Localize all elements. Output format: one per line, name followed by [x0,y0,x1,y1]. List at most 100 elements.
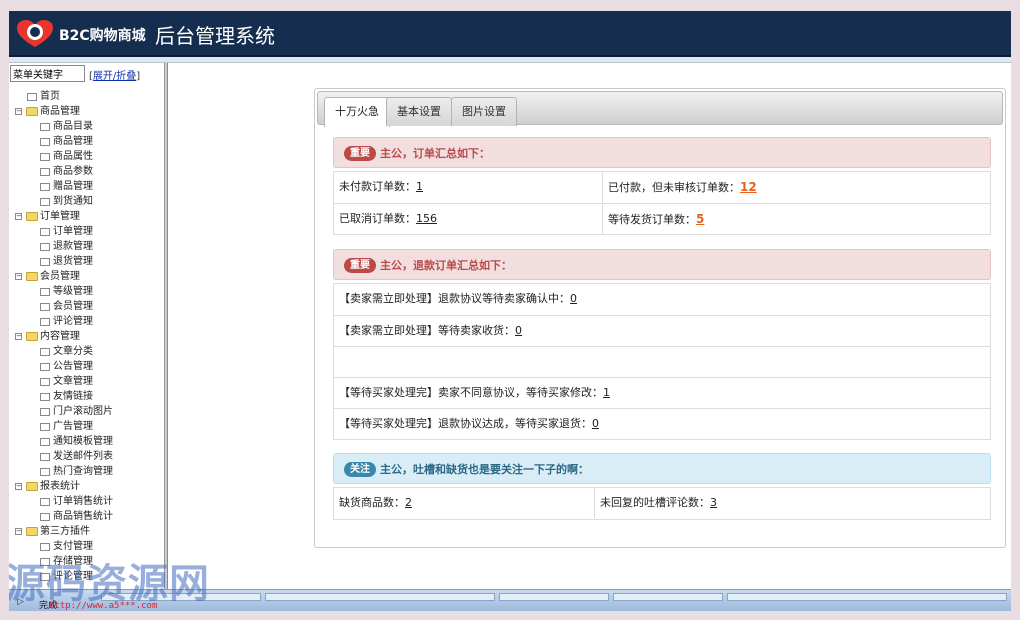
tree-item[interactable]: 评论管理 [9,314,164,329]
tree-item-label: 门户滚动图片 [53,406,113,417]
attention-badge: 关注 [344,462,376,477]
page-icon [40,468,50,476]
page-icon [27,93,37,101]
paid-unreviewed-link[interactable]: 12 [740,180,757,194]
tree-item[interactable]: 退货管理 [9,254,164,269]
sidebar-splitter[interactable] [165,63,168,599]
tree-group[interactable]: − 会员管理 [9,269,164,284]
tree-group[interactable]: 首页 [9,89,164,104]
page-icon [40,138,50,146]
tree-item[interactable]: 文章分类 [9,344,164,359]
tree-item[interactable]: 通知模板管理 [9,434,164,449]
page-icon [40,183,50,191]
tab-image-settings[interactable]: 图片设置 [451,97,517,126]
tree-item[interactable]: 退款管理 [9,239,164,254]
tree-group[interactable]: − 内容管理 [9,329,164,344]
menu-search-input[interactable] [10,65,85,82]
page-icon [40,168,50,176]
tree-item-label: 第三方插件 [40,526,90,537]
out-of-stock-cell: 缺货商品数：2 [334,488,594,518]
tree-group[interactable]: − 报表统计 [9,479,164,494]
refund-row-cell: 【卖家需立即处理】等待卖家收货：0 [334,316,990,346]
brand-name: B2C购物商城 [59,28,146,44]
refund-row-link[interactable]: 1 [603,386,610,399]
page-icon [40,543,50,551]
tree-item[interactable]: 文章管理 [9,374,164,389]
table-row: 【卖家需立即处理】等待卖家收货：0 [334,315,990,346]
page-icon [40,303,50,311]
tree-item[interactable]: 商品管理 [9,134,164,149]
paid-unreviewed-label: 已付款，但未审核订单数： [608,181,740,194]
tree-item[interactable]: 商品销售统计 [9,509,164,524]
tree-item-label: 商品属性 [53,151,93,162]
tree-item[interactable]: 发送邮件列表 [9,449,164,464]
refund-row-cell: 【等待买家处理完】卖家不同意协议，等待买家修改：1 [334,378,990,408]
unpaid-orders-link[interactable]: 1 [416,180,423,193]
tree-item[interactable]: 订单管理 [9,224,164,239]
awaiting-ship-label: 等待发货订单数： [608,213,696,226]
tree-item[interactable]: 门户滚动图片 [9,404,164,419]
folder-icon [26,212,38,221]
tree-item[interactable]: 友情链接 [9,389,164,404]
unreplied-reviews-label: 未回复的吐槽评论数： [600,496,710,509]
collapse-toggle-icon[interactable]: − [15,333,22,340]
tree-item[interactable]: 热门查询管理 [9,464,164,479]
tab-basic-settings[interactable]: 基本设置 [386,97,452,126]
tree-item-label: 文章管理 [53,376,93,387]
page-icon [40,348,50,356]
page-icon [40,318,50,326]
tree-group[interactable]: − 商品管理 [9,104,164,119]
tree-item-label: 文章分类 [53,346,93,357]
refund-summary-heading: 重要 主公，退款订单汇总如下： [333,249,991,280]
sidebar: [展开/折叠] 首页−商品管理商品目录商品管理商品属性商品参数赠品管理到货通知−… [9,63,165,599]
tree-group[interactable]: − 订单管理 [9,209,164,224]
out-of-stock-link[interactable]: 2 [405,496,412,509]
folder-icon [26,527,38,536]
tree-item[interactable]: 商品参数 [9,164,164,179]
table-row: 【等待买家处理完】卖家不同意协议，等待买家修改：1 [334,377,990,408]
status-segment [499,593,609,601]
unreplied-reviews-link[interactable]: 3 [710,496,717,509]
collapse-toggle-icon[interactable]: − [15,273,22,280]
refund-row-link[interactable]: 0 [592,417,599,430]
tree-item[interactable]: 广告管理 [9,419,164,434]
page-icon [40,378,50,386]
tree-item[interactable]: 会员管理 [9,299,164,314]
collapse-toggle-icon[interactable]: − [15,483,22,490]
tree-item[interactable]: 到货通知 [9,194,164,209]
refund-summary-table: 【卖家需立即处理】退款协议等待卖家确认中：0 【卖家需立即处理】等待卖家收货：0… [333,283,991,440]
page-icon [40,123,50,131]
collapse-toggle-icon[interactable]: − [15,528,22,535]
tree-item-label: 订单销售统计 [53,496,113,507]
tab-urgent[interactable]: 十万火急 [324,97,390,127]
tree-group[interactable]: − 第三方插件 [9,524,164,539]
attention-heading: 关注 主公，吐槽和缺货也是要关注一下子的啊： [333,453,991,484]
refund-row-link[interactable]: 0 [515,324,522,337]
tree-item[interactable]: 商品目录 [9,119,164,134]
awaiting-ship-link[interactable]: 5 [696,212,704,226]
page-icon [40,228,50,236]
order-summary-title: 主公，订单汇总如下： [380,147,490,160]
table-row: 未付款订单数：1 已付款，但未审核订单数：12 [334,172,990,203]
expand-collapse-link[interactable]: 展开/折叠 [93,71,136,82]
folder-icon [26,107,38,116]
collapse-toggle-icon[interactable]: − [15,213,22,220]
cancelled-orders-cell: 已取消订单数：156 [334,204,602,234]
collapse-toggle-icon[interactable]: − [15,108,22,115]
tree-item[interactable]: 等级管理 [9,284,164,299]
page-icon [40,198,50,206]
refund-row-cell: 【卖家需立即处理】退款协议等待卖家确认中：0 [334,284,990,314]
tree-item[interactable]: 公告管理 [9,359,164,374]
unpaid-orders-label: 未付款订单数： [339,180,416,193]
refund-row-link[interactable]: 0 [570,292,577,305]
tree-item[interactable]: 赠品管理 [9,179,164,194]
tree-item[interactable]: 订单销售统计 [9,494,164,509]
tree-item[interactable]: 商品属性 [9,149,164,164]
cancelled-orders-link[interactable]: 156 [416,212,437,225]
refund-row-label: 【等待买家处理完】卖家不同意协议，等待买家修改： [339,386,603,399]
tree-item-label: 会员管理 [53,301,93,312]
page-icon [40,243,50,251]
expand-collapse-control: [展开/折叠] [89,67,140,82]
order-summary-heading: 重要 主公，订单汇总如下： [333,137,991,168]
page-icon [40,438,50,446]
